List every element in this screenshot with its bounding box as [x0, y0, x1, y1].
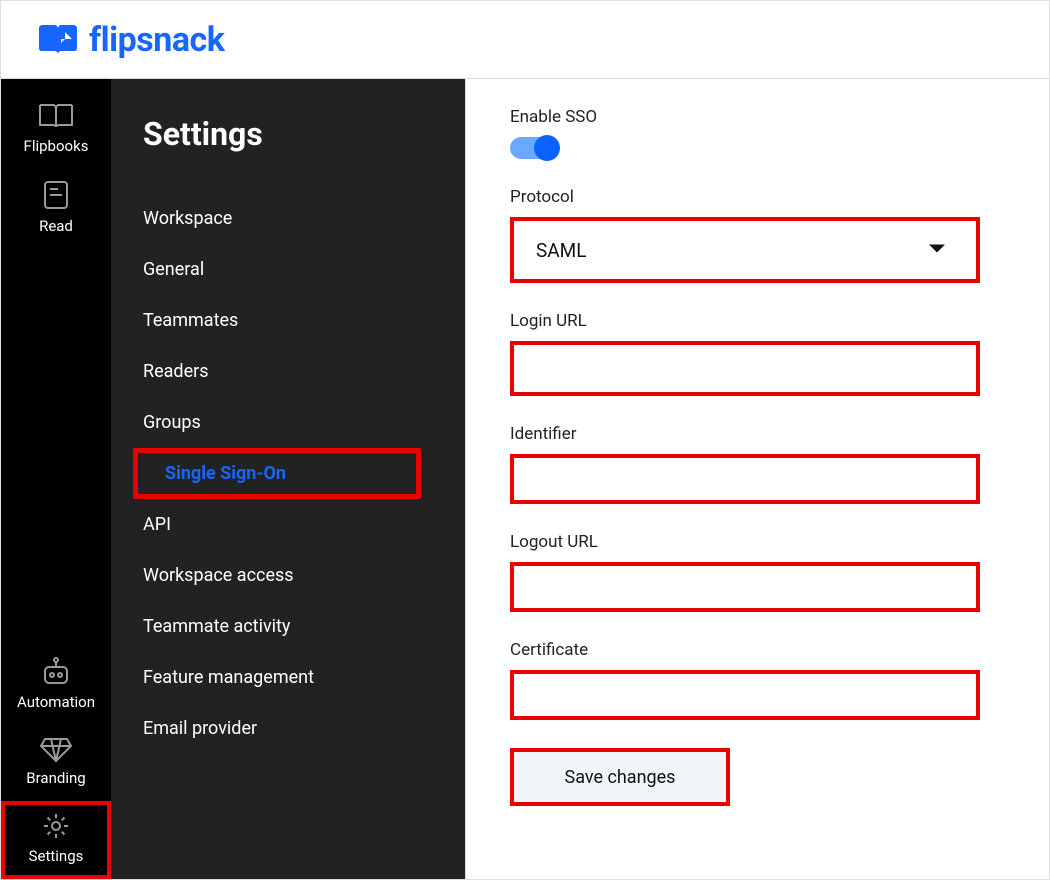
- diamond-icon: [1, 735, 111, 763]
- settings-heading: Settings: [111, 109, 465, 193]
- document-icon: [1, 179, 111, 211]
- enable-sso-block: Enable SSO: [510, 107, 1000, 159]
- main-content: Enable SSO Protocol SAML Login U: [465, 79, 1049, 879]
- protocol-label: Protocol: [510, 187, 1000, 207]
- settings-nav-groups[interactable]: Groups: [111, 397, 465, 448]
- identifier-block: Identifier: [510, 424, 1000, 504]
- chevron-down-icon: [928, 241, 946, 260]
- brand-logo[interactable]: flipsnack: [37, 20, 224, 60]
- identifier-input[interactable]: [510, 454, 980, 504]
- certificate-block: Certificate: [510, 640, 1000, 720]
- save-changes-label: Save changes: [565, 767, 676, 788]
- certificate-input[interactable]: [510, 670, 980, 720]
- identifier-label: Identifier: [510, 424, 1000, 444]
- rail-item-flipbooks[interactable]: Flipbooks: [1, 91, 111, 169]
- rail-item-branding[interactable]: Branding: [1, 725, 111, 801]
- rail-item-label: Branding: [1, 769, 111, 787]
- app-body: Flipbooks Read Automation Branding: [1, 79, 1049, 879]
- rail-item-settings[interactable]: Settings: [1, 801, 111, 879]
- settings-nav-email-provider[interactable]: Email provider: [111, 703, 465, 754]
- rail-item-label: Read: [1, 217, 111, 235]
- login-url-label: Login URL: [510, 311, 1000, 331]
- flipsnack-book-icon: [37, 24, 79, 56]
- rail-item-read[interactable]: Read: [1, 169, 111, 249]
- rail-item-label: Settings: [1, 847, 111, 865]
- settings-nav-feature-management[interactable]: Feature management: [111, 652, 465, 703]
- settings-nav-list: Workspace General Teammates Readers Grou…: [111, 193, 465, 754]
- brand-name: flipsnack: [89, 20, 224, 60]
- enable-sso-label: Enable SSO: [510, 107, 1000, 127]
- toggle-knob: [534, 135, 560, 161]
- book-open-icon: [1, 101, 111, 131]
- logout-url-block: Logout URL: [510, 532, 1000, 612]
- enable-sso-toggle[interactable]: [510, 137, 558, 159]
- settings-nav-workspace-access[interactable]: Workspace access: [111, 550, 465, 601]
- topbar: flipsnack: [1, 1, 1049, 79]
- protocol-block: Protocol SAML: [510, 187, 1000, 283]
- sso-form: Enable SSO Protocol SAML Login U: [510, 107, 1000, 806]
- logout-url-input[interactable]: [510, 562, 980, 612]
- save-changes-button[interactable]: Save changes: [510, 748, 730, 806]
- logout-url-label: Logout URL: [510, 532, 1000, 552]
- settings-nav-readers[interactable]: Readers: [111, 346, 465, 397]
- settings-nav-api[interactable]: API: [111, 499, 465, 550]
- settings-nav-sso[interactable]: Single Sign-On: [133, 448, 421, 499]
- settings-nav-workspace[interactable]: Workspace: [111, 193, 465, 244]
- protocol-select-value: SAML: [514, 239, 976, 262]
- login-url-input[interactable]: [510, 341, 980, 396]
- rail-item-automation[interactable]: Automation: [1, 647, 111, 725]
- robot-icon: [1, 657, 111, 687]
- settings-subnav: Settings Workspace General Teammates Rea…: [111, 79, 465, 879]
- app-shell: flipsnack Flipbooks Read: [0, 0, 1050, 880]
- settings-nav-teammate-activity[interactable]: Teammate activity: [111, 601, 465, 652]
- protocol-select[interactable]: SAML: [510, 217, 980, 283]
- icon-rail: Flipbooks Read Automation Branding: [1, 79, 111, 879]
- settings-nav-general[interactable]: General: [111, 244, 465, 295]
- gear-icon: [1, 811, 111, 841]
- settings-nav-teammates[interactable]: Teammates: [111, 295, 465, 346]
- certificate-label: Certificate: [510, 640, 1000, 660]
- rail-item-label: Automation: [1, 693, 111, 711]
- rail-item-label: Flipbooks: [1, 137, 111, 155]
- login-url-block: Login URL: [510, 311, 1000, 396]
